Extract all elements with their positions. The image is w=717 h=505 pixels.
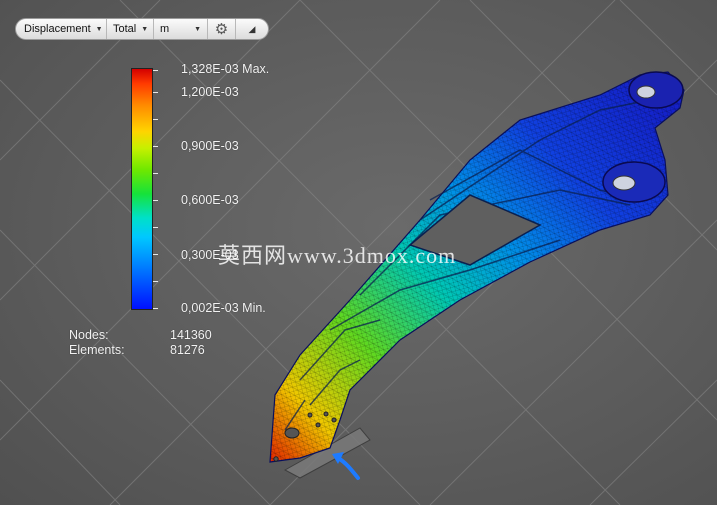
legend-tick (153, 70, 158, 71)
unit-label: m (160, 23, 170, 35)
collapse-button[interactable]: ◢ (236, 19, 268, 39)
result-quantity-label: Displacement (24, 23, 91, 35)
legend-tick (153, 308, 158, 309)
chevron-down-icon: ▼ (141, 25, 149, 33)
result-quantity-dropdown[interactable]: Displacement ▼ (16, 19, 107, 39)
result-component-label: Total (113, 23, 137, 35)
legend-tick-label: 0,600E-03 (181, 193, 239, 207)
unit-dropdown[interactable]: m ▼ (154, 19, 208, 39)
gear-icon: ⚙ (214, 21, 229, 38)
legend-tick (153, 119, 158, 120)
elements-label: Elements: (69, 343, 125, 357)
settings-button[interactable]: ⚙ (208, 19, 236, 39)
legend-tick-label: 0,900E-03 (181, 139, 239, 153)
nodes-value: 141360 (170, 328, 212, 342)
legend-tick-label: 1,200E-03 (181, 85, 239, 99)
boss-top (628, 71, 684, 109)
legend-tick (153, 200, 158, 201)
legend-tick (153, 146, 158, 147)
legend-max-label: 1,328E-03 Max. (181, 62, 270, 76)
legend-tick (153, 227, 158, 228)
legend-tick (153, 92, 158, 93)
legend-tick (153, 254, 158, 255)
3d-viewport[interactable]: Displacement ▼ Total ▼ m ▼ ⚙ ◢ 1,328E-03… (0, 0, 717, 505)
nodes-label: Nodes: (69, 328, 109, 342)
boss-bottom (602, 161, 666, 203)
legend-color-bar (131, 68, 153, 310)
result-component-dropdown[interactable]: Total ▼ (107, 19, 154, 39)
elements-value: 81276 (170, 343, 205, 357)
legend-min-label: 0,002E-03 Min. (181, 301, 266, 315)
result-toolbar: Displacement ▼ Total ▼ m ▼ ⚙ ◢ (15, 18, 269, 40)
watermark: 莫西网www.3dmox.com (218, 243, 457, 268)
triangle-icon: ◢ (248, 23, 256, 34)
load-arrow-icon[interactable] (332, 452, 360, 480)
chevron-down-icon: ▼ (95, 25, 103, 33)
chevron-down-icon: ▼ (194, 25, 201, 33)
legend-tick (153, 173, 158, 174)
legend-tick (153, 281, 158, 282)
